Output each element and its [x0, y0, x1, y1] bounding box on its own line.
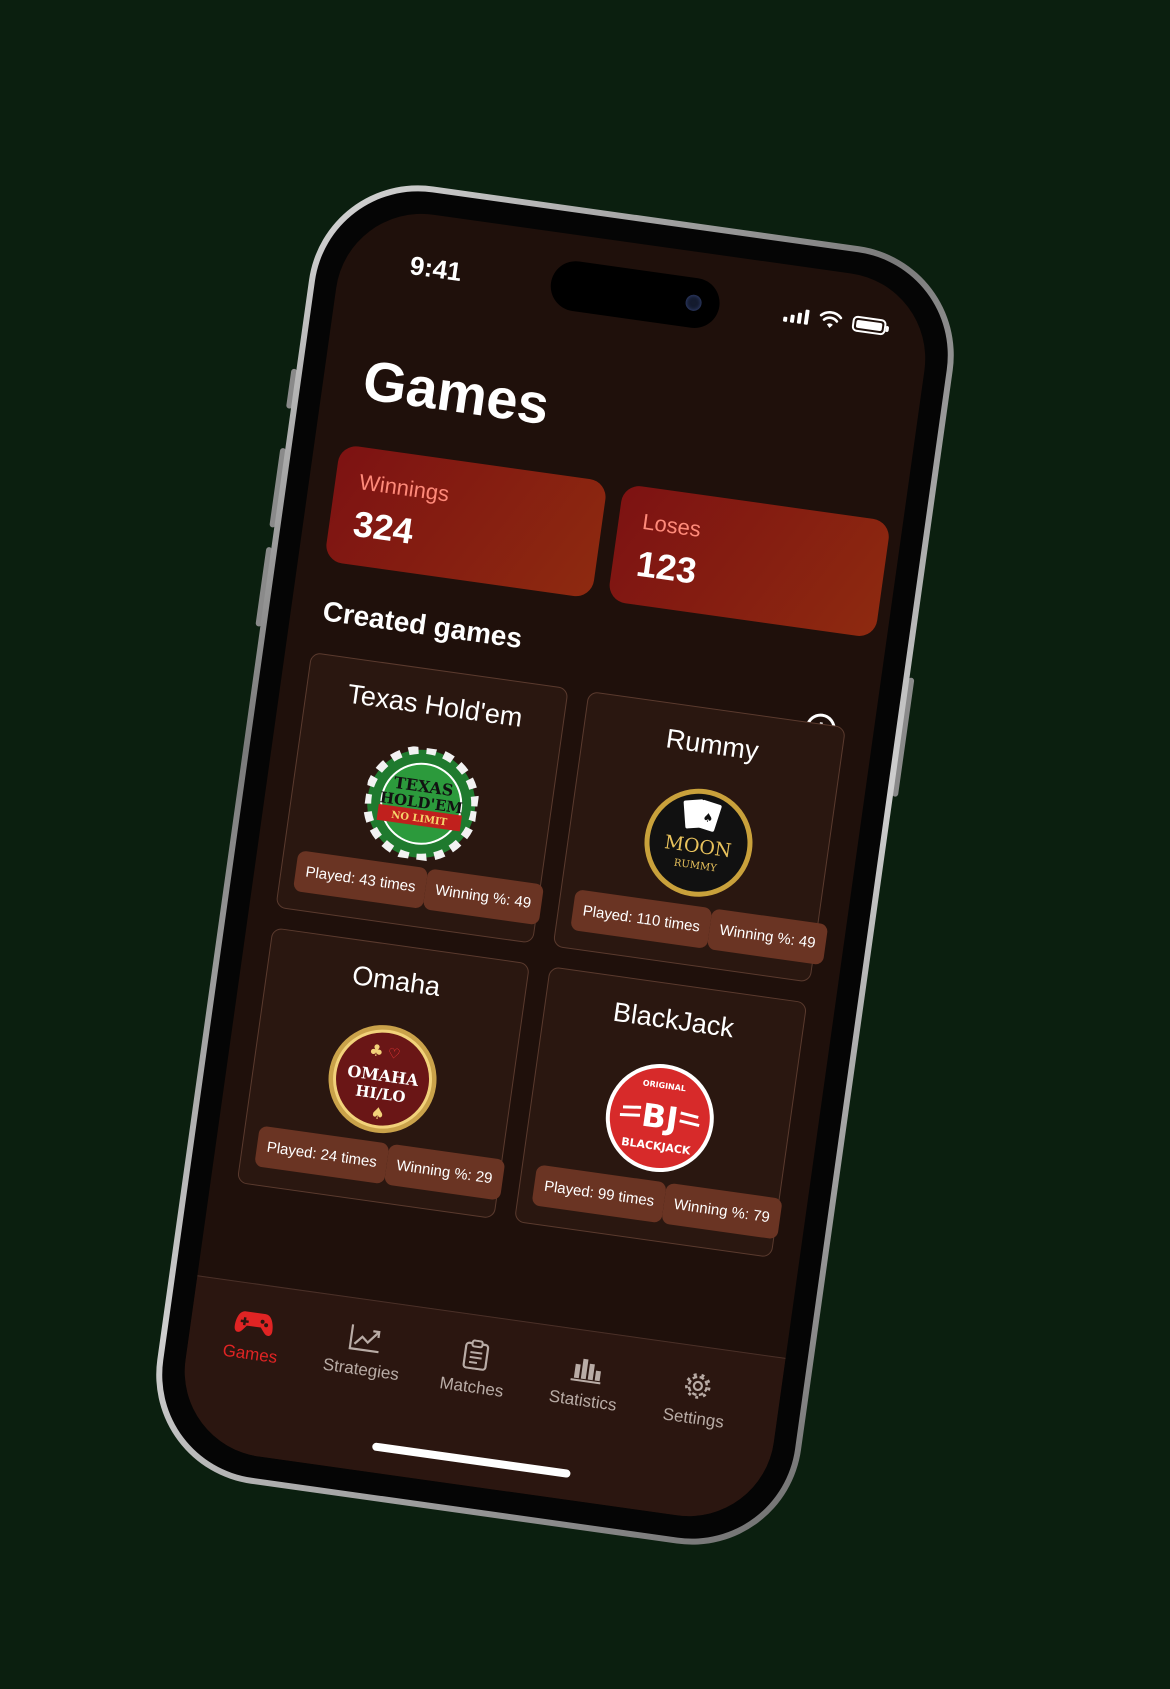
- page-title: Games: [359, 347, 554, 437]
- phone-bezel: 9:41 Games Winnings 324 Loses 123 Create…: [148, 177, 962, 1553]
- wifi-icon: [819, 311, 843, 328]
- tab-strategies[interactable]: Strategies: [305, 1317, 422, 1388]
- battery-icon: [851, 315, 888, 336]
- game-card-omaha[interactable]: Omaha ♣ ♡ OMAHA HI/LO ♠ Played: 24 times: [236, 927, 531, 1219]
- tab-games[interactable]: Games: [194, 1301, 311, 1372]
- played-count: Played: 99 times: [531, 1164, 667, 1224]
- game-card-blackjack[interactable]: BlackJack ORIGINAL BJ BLACKJACK Played: …: [513, 966, 808, 1258]
- blackjack-logo-icon: ORIGINAL BJ BLACKJACK: [605, 1064, 714, 1173]
- svg-text:♠: ♠: [369, 1103, 386, 1124]
- tab-label: Statistics: [547, 1386, 618, 1415]
- winnings-card: Winnings 324: [324, 444, 608, 599]
- moon-rummy-logo-icon: ♠ MOON RUMMY: [644, 788, 753, 897]
- clipboard-icon: [462, 1339, 490, 1371]
- tab-label: Strategies: [321, 1354, 401, 1385]
- bar-chart-icon: [570, 1358, 601, 1385]
- tab-label: Matches: [438, 1373, 505, 1401]
- tab-matches[interactable]: Matches: [416, 1332, 533, 1405]
- winning-percent: Winning %: 49: [422, 868, 544, 926]
- gear-icon: [685, 1373, 711, 1399]
- phone-mockup: 9:41 Games Winnings 324 Loses 123 Create…: [142, 171, 968, 1559]
- game-stats: Played: 43 times Winning %: 49: [292, 850, 544, 926]
- status-icons: [782, 305, 888, 337]
- tab-label: Games: [221, 1340, 279, 1368]
- tab-settings[interactable]: Settings: [637, 1363, 754, 1436]
- section-title: Created games: [320, 595, 525, 655]
- tab-label: Settings: [661, 1404, 726, 1432]
- game-name: Omaha: [350, 960, 443, 1003]
- phone-frame: 9:41 Games Winnings 324 Loses 123 Create…: [142, 171, 968, 1559]
- chart-line-icon: [348, 1324, 381, 1354]
- tab-statistics[interactable]: Statistics: [527, 1348, 644, 1419]
- game-stats: Played: 99 times Winning %: 79: [531, 1164, 783, 1240]
- played-count: Played: 24 times: [254, 1125, 390, 1185]
- cellular-signal-icon: [782, 306, 810, 325]
- game-stats: Played: 24 times Winning %: 29: [254, 1125, 506, 1201]
- omaha-logo-icon: ♣ ♡ OMAHA HI/LO ♠: [328, 1025, 437, 1134]
- winning-percent: Winning %: 29: [383, 1143, 506, 1201]
- played-count: Played: 43 times: [292, 850, 429, 909]
- dynamic-island: [547, 258, 723, 332]
- game-card-rummy[interactable]: Rummy ♠ MOON RUMMY Played: 110 times Win…: [552, 690, 847, 983]
- tab-bar: Games Strategies Matches Statistics Sett…: [173, 1275, 786, 1528]
- svg-text:♣: ♣: [368, 1040, 385, 1061]
- game-card-texas-holdem[interactable]: Texas Hold'em TEXAS HOLD'EM NO LIMIT Pla…: [275, 652, 569, 944]
- camera-icon: [684, 293, 703, 312]
- svg-text:♠: ♠: [702, 810, 715, 825]
- svg-text:♡: ♡: [387, 1046, 402, 1064]
- logo-text-bj: BJ: [639, 1096, 680, 1139]
- winning-percent: Winning %: 79: [661, 1182, 783, 1240]
- game-name: Texas Hold'em: [345, 678, 525, 733]
- texas-holdem-logo-icon: TEXAS HOLD'EM NO LIMIT: [363, 745, 480, 862]
- game-name: Rummy: [664, 723, 761, 767]
- winning-percent: Winning %: 49: [706, 908, 829, 966]
- game-stats: Played: 110 times Winning %: 49: [570, 889, 829, 966]
- home-indicator[interactable]: [371, 1442, 571, 1479]
- gamepad-icon: [234, 1311, 273, 1337]
- loses-card: Loses 123: [607, 483, 892, 639]
- game-name: BlackJack: [611, 996, 736, 1044]
- games-grid: Texas Hold'em TEXAS HOLD'EM NO LIMIT Pla…: [236, 652, 847, 1258]
- status-time: 9:41: [408, 250, 464, 288]
